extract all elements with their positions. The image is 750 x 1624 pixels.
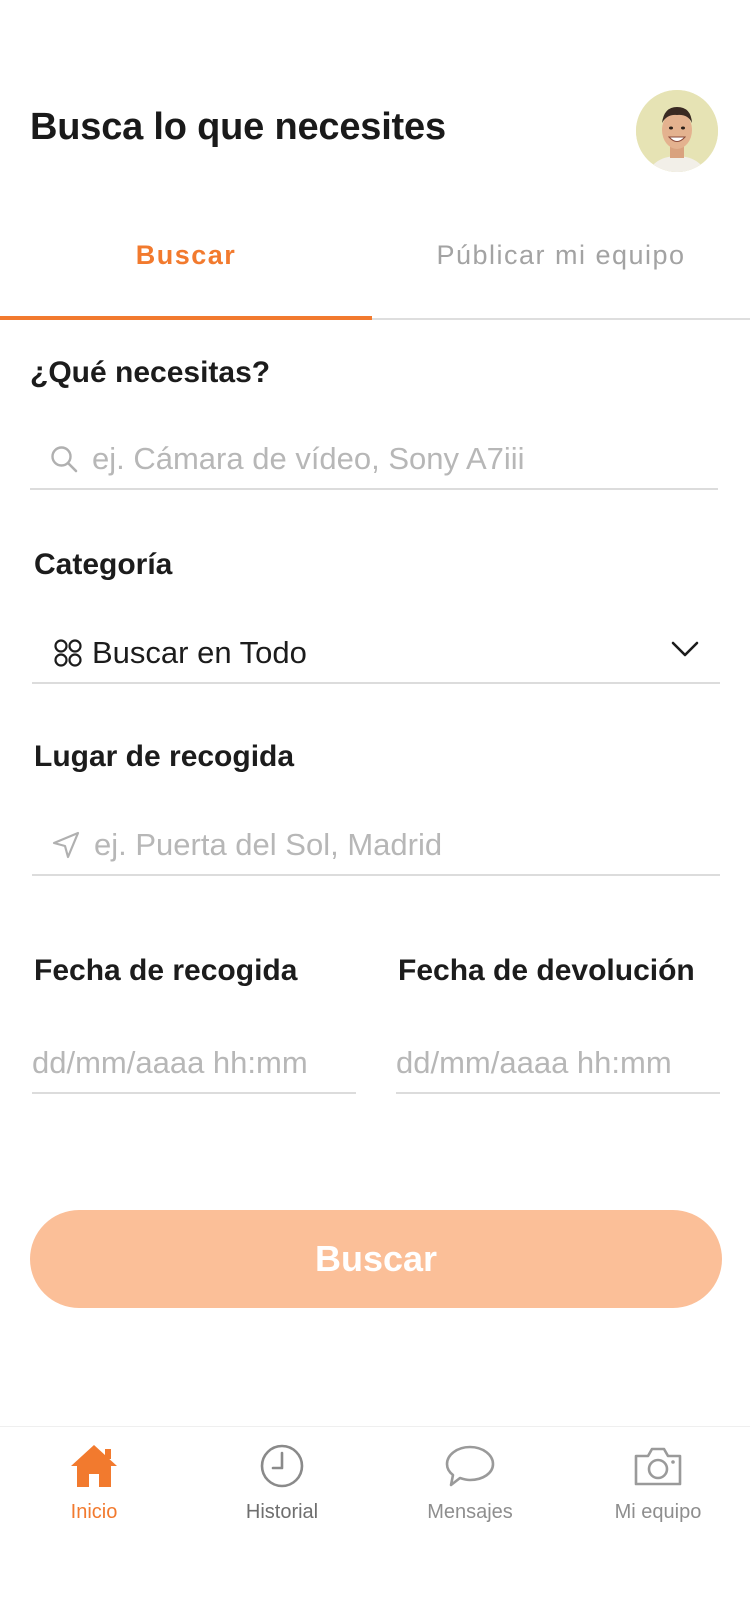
nav-item-mi-equipo[interactable]: Mi equipo [564, 1439, 750, 1539]
tab-indicator [0, 316, 372, 320]
search-placeholder: ej. Cámara de vídeo, Sony A7iii [92, 441, 525, 476]
category-select[interactable]: Buscar en Todo [32, 624, 720, 684]
return-date-placeholder: dd/mm/aaaa hh:mm [396, 1045, 672, 1080]
bottom-nav: Inicio Historial Mensajes Mi equipo [0, 1426, 750, 1624]
category-label: Categoría [34, 548, 173, 581]
tab-publicar[interactable]: Públicar mi equipo [372, 240, 750, 280]
avatar-image [636, 90, 718, 172]
pickup-date-label: Fecha de recogida [34, 954, 298, 987]
search-button[interactable]: Buscar [30, 1210, 722, 1308]
pickup-date-placeholder: dd/mm/aaaa hh:mm [32, 1045, 308, 1080]
what-label: ¿Qué necesitas? [30, 356, 271, 389]
pickup-place-input[interactable]: ej. Puerta del Sol, Madrid [32, 816, 720, 876]
tab-buscar[interactable]: Buscar [0, 240, 372, 280]
nav-item-inicio[interactable]: Inicio [0, 1439, 188, 1539]
camera-icon [564, 1439, 750, 1493]
chat-bubble-icon [376, 1439, 564, 1493]
return-date-input[interactable]: dd/mm/aaaa hh:mm [396, 1034, 720, 1094]
page-title: Busca lo que necesites [30, 106, 446, 148]
return-date-label: Fecha de devolución [398, 954, 695, 987]
avatar[interactable] [636, 90, 718, 172]
search-icon [48, 443, 80, 475]
nav-label-inicio: Inicio [70, 1501, 118, 1523]
search-input[interactable]: ej. Cámara de vídeo, Sony A7iii [30, 430, 718, 490]
tab-bar: Buscar Públicar mi equipo [0, 210, 750, 320]
nav-label-historial: Historial [245, 1501, 319, 1523]
nav-item-mensajes[interactable]: Mensajes [376, 1439, 564, 1539]
pickup-date-input[interactable]: dd/mm/aaaa hh:mm [32, 1034, 356, 1094]
navigation-arrow-icon [50, 829, 82, 861]
grid-icon [52, 637, 84, 669]
home-icon [0, 1439, 188, 1493]
pickup-place-label: Lugar de recogida [34, 740, 295, 773]
nav-item-historial[interactable]: Historial [188, 1439, 376, 1539]
category-value: Buscar en Todo [92, 635, 307, 670]
nav-label-mi-equipo: Mi equipo [614, 1501, 702, 1523]
chevron-down-icon [670, 640, 700, 663]
nav-label-mensajes: Mensajes [427, 1501, 513, 1523]
clock-icon [188, 1439, 376, 1493]
pickup-place-placeholder: ej. Puerta del Sol, Madrid [94, 827, 443, 862]
